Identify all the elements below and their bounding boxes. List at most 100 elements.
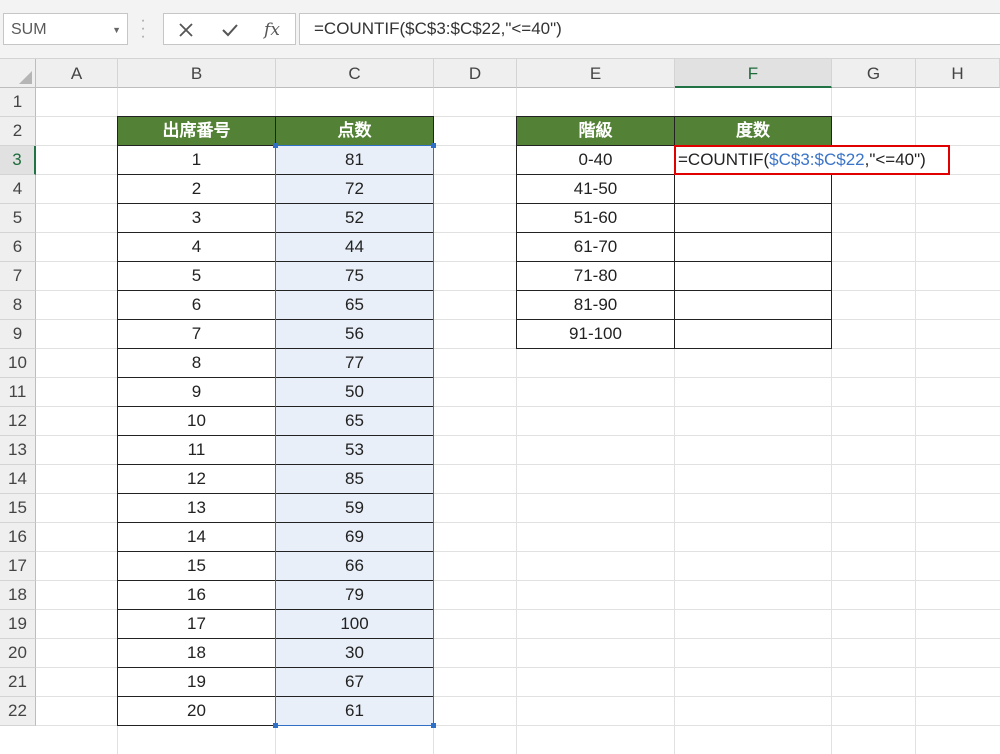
row-header-13[interactable]: 13: [0, 436, 36, 465]
selection-handle[interactable]: [431, 723, 436, 728]
attendance-number-cell[interactable]: 13: [117, 493, 276, 523]
score-cell[interactable]: 44: [275, 232, 434, 262]
attendance-number-cell[interactable]: 7: [117, 319, 276, 349]
attendance-number-cell[interactable]: 15: [117, 551, 276, 581]
row-header-19[interactable]: 19: [0, 610, 36, 639]
row-header-4[interactable]: 4: [0, 175, 36, 204]
name-box[interactable]: SUM ▼: [3, 13, 128, 45]
column-header-b[interactable]: B: [118, 59, 276, 88]
score-cell[interactable]: 66: [275, 551, 434, 581]
column-header-d[interactable]: D: [434, 59, 517, 88]
score-cell[interactable]: 77: [275, 348, 434, 378]
row-header-15[interactable]: 15: [0, 494, 36, 523]
cell-area[interactable]: 出席番号 点数 1 81 2 72 3 52 4 44 5 75 6 65 7 56 8 77 9 50 10 65 11 5…: [36, 88, 1000, 754]
score-cell[interactable]: 52: [275, 203, 434, 233]
row-header-8[interactable]: 8: [0, 291, 36, 320]
row-header-22[interactable]: 22: [0, 697, 36, 726]
class-range-cell[interactable]: 71-80: [516, 261, 675, 291]
attendance-number-cell[interactable]: 10: [117, 406, 276, 436]
row-header-18[interactable]: 18: [0, 581, 36, 610]
frequency-cell[interactable]: [674, 261, 832, 291]
frequency-cell[interactable]: [674, 319, 832, 349]
class-range-cell[interactable]: 61-70: [516, 232, 675, 262]
attendance-number-cell[interactable]: 8: [117, 348, 276, 378]
score-cell[interactable]: 75: [275, 261, 434, 291]
select-all-button[interactable]: [0, 59, 36, 88]
frequency-cell[interactable]: [674, 232, 832, 262]
more-options-icon[interactable]: · · ·: [140, 13, 146, 45]
score-cell[interactable]: 85: [275, 464, 434, 494]
class-range-cell[interactable]: 91-100: [516, 319, 675, 349]
score-cell[interactable]: 65: [275, 290, 434, 320]
attendance-number-cell[interactable]: 1: [117, 145, 276, 175]
score-cell[interactable]: 61: [275, 696, 434, 726]
frequency-cell[interactable]: [674, 290, 832, 320]
score-cell[interactable]: 59: [275, 493, 434, 523]
formula-range-reference: $C$3:$C$22: [769, 150, 865, 169]
attendance-number-cell[interactable]: 12: [117, 464, 276, 494]
score-cell[interactable]: 30: [275, 638, 434, 668]
attendance-number-cell[interactable]: 3: [117, 203, 276, 233]
row-header-3[interactable]: 3: [0, 146, 36, 175]
score-cell[interactable]: 100: [275, 609, 434, 639]
selection-handle[interactable]: [273, 723, 278, 728]
attendance-number-cell[interactable]: 9: [117, 377, 276, 407]
score-cell[interactable]: 53: [275, 435, 434, 465]
attendance-number-cell[interactable]: 6: [117, 290, 276, 320]
check-icon[interactable]: [218, 18, 242, 42]
formula-suffix: ,"<=40"): [864, 150, 926, 169]
score-cell[interactable]: 69: [275, 522, 434, 552]
class-range-cell[interactable]: 81-90: [516, 290, 675, 320]
column-header-e[interactable]: E: [517, 59, 675, 88]
class-range-cell[interactable]: 41-50: [516, 174, 675, 204]
frequency-cell[interactable]: [674, 174, 832, 204]
attendance-number-cell[interactable]: 14: [117, 522, 276, 552]
frequency-cell[interactable]: [674, 203, 832, 233]
row-header-21[interactable]: 21: [0, 668, 36, 697]
x-icon[interactable]: [174, 18, 198, 42]
attendance-number-cell[interactable]: 16: [117, 580, 276, 610]
score-cell[interactable]: 72: [275, 174, 434, 204]
column-header-a[interactable]: A: [36, 59, 118, 88]
row-header-5[interactable]: 5: [0, 204, 36, 233]
attendance-number-cell[interactable]: 19: [117, 667, 276, 697]
row-header-14[interactable]: 14: [0, 465, 36, 494]
row-header-20[interactable]: 20: [0, 639, 36, 668]
attendance-number-cell[interactable]: 17: [117, 609, 276, 639]
score-cell[interactable]: 50: [275, 377, 434, 407]
column-header-c[interactable]: C: [276, 59, 434, 88]
column-header-f[interactable]: F: [675, 59, 832, 88]
editing-cell-f3[interactable]: =COUNTIF($C$3:$C$22,"<=40"): [674, 145, 950, 175]
column-header-h[interactable]: H: [916, 59, 1000, 88]
class-range-cell[interactable]: 0-40: [516, 145, 675, 175]
row-header-6[interactable]: 6: [0, 233, 36, 262]
row-header-7[interactable]: 7: [0, 262, 36, 291]
attendance-number-cell[interactable]: 18: [117, 638, 276, 668]
selection-handle[interactable]: [431, 143, 436, 148]
chevron-down-icon[interactable]: ▼: [112, 14, 121, 46]
formula-input[interactable]: =COUNTIF($C$3:$C$22,"<=40"): [299, 13, 1000, 45]
attendance-number-cell[interactable]: 4: [117, 232, 276, 262]
score-cell[interactable]: 67: [275, 667, 434, 697]
score-cell[interactable]: 79: [275, 580, 434, 610]
class-range-cell[interactable]: 51-60: [516, 203, 675, 233]
score-cell[interactable]: 56: [275, 319, 434, 349]
column-header-g[interactable]: G: [832, 59, 916, 88]
attendance-number-cell[interactable]: 2: [117, 174, 276, 204]
fx-icon[interactable]: fx: [260, 18, 284, 42]
selection-handle[interactable]: [273, 143, 278, 148]
row-header-11[interactable]: 11: [0, 378, 36, 407]
row-header-1[interactable]: 1: [0, 88, 36, 117]
score-cell[interactable]: 65: [275, 406, 434, 436]
attendance-number-cell[interactable]: 5: [117, 261, 276, 291]
attendance-number-cell[interactable]: 20: [117, 696, 276, 726]
row-header-10[interactable]: 10: [0, 349, 36, 378]
attendance-number-cell[interactable]: 11: [117, 435, 276, 465]
row-header-12[interactable]: 12: [0, 407, 36, 436]
row-header-17[interactable]: 17: [0, 552, 36, 581]
score-cell[interactable]: 81: [275, 145, 434, 175]
row-header-2[interactable]: 2: [0, 117, 36, 146]
row-header-16[interactable]: 16: [0, 523, 36, 552]
table1-header: 点数: [275, 116, 434, 146]
row-header-9[interactable]: 9: [0, 320, 36, 349]
